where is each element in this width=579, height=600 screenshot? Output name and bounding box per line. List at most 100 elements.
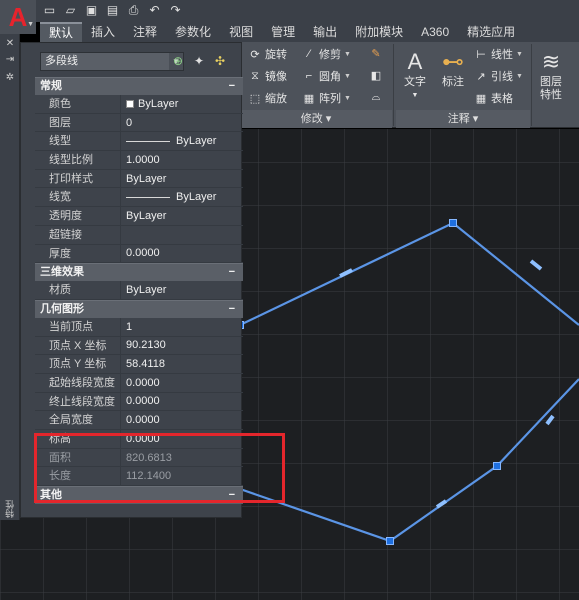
layer-properties-button[interactable]: ≋ 图层 特性 xyxy=(536,46,566,102)
tab-output[interactable]: 输出 xyxy=(304,22,346,42)
linear-dimension-icon: ⊢ xyxy=(476,48,486,61)
vertex-grip[interactable] xyxy=(493,462,501,470)
section-3d-effects: 三维效果 − 材质 ByLayer xyxy=(35,263,243,300)
pen-tool-button[interactable]: ✎ xyxy=(369,46,383,60)
vertex-grip[interactable] xyxy=(386,537,394,545)
linear-button[interactable]: ⊢ 线性 ▼ xyxy=(474,46,523,62)
property-key: 终止线段宽度 xyxy=(35,392,121,411)
toggle-pickadd-icon[interactable]: ✣ xyxy=(212,53,228,69)
tab-manage[interactable]: 管理 xyxy=(262,22,304,42)
property-key: 起始线段宽度 xyxy=(35,373,121,392)
gear-icon[interactable]: ✲ xyxy=(4,72,16,84)
autocad-logo-icon: A xyxy=(8,2,28,32)
property-key: 颜色 xyxy=(35,95,121,113)
property-row-length[interactable]: 长度 112.1400 xyxy=(35,467,243,487)
length-value: 112.1400 xyxy=(126,470,172,483)
stretch-button[interactable]: ⌓ xyxy=(369,90,383,104)
tab-parametric[interactable]: 参数化 xyxy=(166,22,220,42)
chevron-down-icon: ▼ xyxy=(344,94,351,102)
property-row[interactable]: 厚度 0.0000 xyxy=(35,244,243,264)
table-icon: ▦ xyxy=(475,92,487,105)
rotate-icon: ⟳ xyxy=(250,48,260,61)
table-button[interactable]: ▦ 表格 xyxy=(474,90,513,106)
array-icon: ▦ xyxy=(303,92,315,105)
property-row[interactable]: 透明度 ByLayer xyxy=(35,207,243,226)
object-type-select[interactable]: 多段线 ▼ xyxy=(40,52,184,71)
property-value: 1.0000 xyxy=(126,153,160,166)
property-key: 全局宽度 xyxy=(35,411,121,429)
text-button[interactable]: A 文字 ▼ xyxy=(400,46,430,102)
new-icon[interactable]: ▭ xyxy=(40,2,59,18)
property-row[interactable]: 当前顶点 1 xyxy=(35,317,243,337)
section-title[interactable]: 几何图形 − xyxy=(35,299,243,318)
collapse-icon: − xyxy=(228,302,235,315)
property-row[interactable]: 顶点 X 坐标 90.2130 xyxy=(35,336,243,356)
property-value: 0 xyxy=(126,116,133,129)
tab-featured-apps[interactable]: 精选应用 xyxy=(458,22,524,42)
property-row[interactable]: 线宽 ByLayer xyxy=(35,188,243,208)
property-key: 长度 xyxy=(35,467,121,486)
rotate-label: 旋转 xyxy=(265,49,287,61)
annotation-panel-label[interactable]: 注释 ▾ xyxy=(396,110,530,128)
open-icon[interactable]: ▱ xyxy=(61,2,80,18)
leader-button[interactable]: ↗ 引线 ▼ xyxy=(474,68,523,84)
mirror-label: 镜像 xyxy=(265,71,287,83)
scale-button[interactable]: ⬚ 缩放 xyxy=(248,90,287,106)
collapse-icon: − xyxy=(228,266,235,279)
property-key: 顶点 Y 坐标 xyxy=(35,355,121,373)
save-icon[interactable]: ▣ xyxy=(82,2,101,18)
property-row[interactable]: 颜色 ByLayer xyxy=(35,95,243,114)
fillet-button[interactable]: ⌐ 圆角 ▼ xyxy=(302,68,351,84)
select-objects-icon[interactable]: ✦ xyxy=(191,53,207,69)
trim-button[interactable]: ⁄ 修剪 ▼ xyxy=(302,46,351,62)
palette-title-strip[interactable]: ✕ ⇥ ✲ 特性 xyxy=(0,34,20,520)
property-row[interactable]: 终止线段宽度 0.0000 xyxy=(35,392,243,412)
property-row[interactable]: 打印样式 ByLayer xyxy=(35,169,243,189)
erase-button[interactable]: ◧ xyxy=(369,68,383,82)
tab-annotate[interactable]: 注释 xyxy=(124,22,166,42)
array-button[interactable]: ▦ 阵列 ▼ xyxy=(302,90,351,106)
application-menu-button[interactable]: A ▼ xyxy=(0,0,36,34)
property-row[interactable]: 起始线段宽度 0.0000 xyxy=(35,373,243,393)
property-row[interactable]: 超链接 xyxy=(35,225,243,245)
property-row[interactable]: 线型比例 1.0000 xyxy=(35,151,243,170)
rotate-button[interactable]: ⟳ 旋转 xyxy=(248,46,287,62)
property-row-elevation[interactable]: 标高 0.0000 xyxy=(35,430,243,449)
table-label: 表格 xyxy=(491,93,513,105)
trim-icon: ⁄ xyxy=(308,48,310,60)
autohide-icon[interactable]: ⇥ xyxy=(4,54,16,66)
section-title[interactable]: 其他 − xyxy=(35,486,243,505)
property-row[interactable]: 材质 ByLayer xyxy=(35,281,243,300)
mirror-button[interactable]: ⧖ 镜像 xyxy=(248,68,287,84)
collapse-icon: − xyxy=(228,80,235,92)
tab-view[interactable]: 视图 xyxy=(220,22,262,42)
tab-a360[interactable]: A360 xyxy=(412,22,458,42)
ribbon-tabs: 默认 插入 注释 参数化 视图 管理 输出 附加模块 A360 精选应用 xyxy=(40,22,579,42)
layers-icon: ≋ xyxy=(541,48,561,74)
vertex-grip[interactable] xyxy=(449,219,457,227)
modify-panel-label[interactable]: 修改 ▾ xyxy=(240,110,392,128)
tab-insert[interactable]: 插入 xyxy=(82,22,124,42)
print-icon[interactable]: ⎙ xyxy=(124,2,143,18)
section-title[interactable]: 三维效果 − xyxy=(35,263,243,282)
property-row[interactable]: 顶点 Y 坐标 58.4118 xyxy=(35,355,243,374)
property-row[interactable]: 线型 ByLayer xyxy=(35,132,243,152)
dimension-button[interactable]: ⊷ 标注 xyxy=(438,46,468,89)
layer-props-label-2: 特性 xyxy=(540,89,562,101)
fillet-label: 圆角 xyxy=(319,71,341,83)
tab-default[interactable]: 默认 xyxy=(40,22,83,42)
collapse-icon: − xyxy=(228,489,235,502)
quick-select-icon[interactable]: ⊕ xyxy=(170,53,186,69)
property-row[interactable]: 全局宽度 0.0000 xyxy=(35,411,243,430)
property-row[interactable]: 图层 0 xyxy=(35,113,243,133)
text-label: 文字 xyxy=(404,76,426,88)
redo-icon[interactable]: ↷ xyxy=(166,2,185,18)
property-key: 线型 xyxy=(35,132,121,151)
saveas-icon[interactable]: ▤ xyxy=(103,2,122,18)
undo-icon[interactable]: ↶ xyxy=(145,2,164,18)
close-icon[interactable]: ✕ xyxy=(4,38,16,50)
chevron-down-icon: ▼ xyxy=(516,72,523,80)
tab-addins[interactable]: 附加模块 xyxy=(346,22,412,42)
section-title[interactable]: 常规 − xyxy=(35,77,243,95)
property-row-area[interactable]: 面积 820.6813 xyxy=(35,448,243,468)
